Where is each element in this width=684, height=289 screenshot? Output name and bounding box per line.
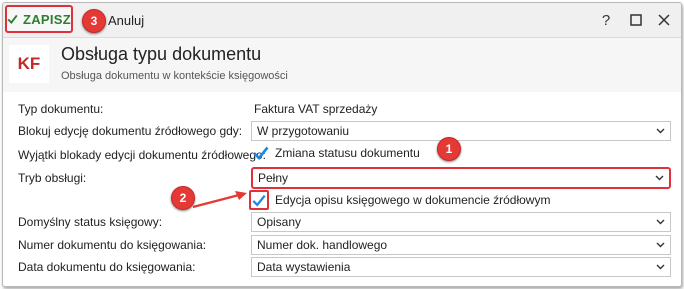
maximize-icon (630, 14, 642, 26)
cancel-button-label: Anuluj (108, 12, 145, 28)
close-icon (658, 14, 670, 26)
edit-desc-checkbox[interactable] (249, 190, 269, 210)
save-button-label: ZAPISZ (22, 11, 71, 27)
block-edit-select[interactable]: W przygotowaniu (251, 121, 671, 141)
page-title: Obsługa typu dokumentu (61, 44, 262, 64)
document-type-window: ZAPISZ Anuluj ? KF Obsługa typu dokument… (2, 2, 682, 287)
exceptions-label: Wyjątki blokady edycji dokumentu źródłow… (18, 148, 267, 162)
doc-number-label: Numer dokumentu do księgowania: (18, 238, 207, 252)
doc-date-value: Data wystawienia (257, 260, 351, 274)
edit-desc-checkbox-row: Edycja opisu księgowego w dokumencie źró… (249, 190, 550, 210)
default-status-value: Opisany (257, 215, 302, 229)
doc-date-select[interactable]: Data wystawienia (251, 257, 671, 277)
doc-type-label: Typ dokumentu: (18, 102, 104, 116)
callout-3: 3 (82, 9, 106, 33)
exceptions-checkbox[interactable] (253, 145, 269, 161)
callout-2: 2 (171, 186, 195, 210)
mode-select[interactable]: Pełny (251, 167, 671, 189)
page-subtitle: Obsługa dokumentu w kontekście księgowoś… (61, 70, 288, 82)
chevron-down-icon (655, 175, 664, 181)
mode-value: Pełny (258, 171, 289, 185)
chevron-down-icon (656, 219, 665, 225)
help-button[interactable]: ? (597, 11, 615, 29)
help-icon: ? (601, 11, 611, 29)
chevron-down-icon (656, 128, 665, 134)
default-status-label: Domyślny status księgowy: (18, 215, 163, 229)
doc-number-value: Numer dok. handlowego (257, 238, 388, 252)
mode-label: Tryb obsługi: (18, 171, 87, 185)
save-button[interactable]: ZAPISZ (5, 5, 73, 33)
block-edit-label: Blokuj edycję dokumentu źródłowego gdy: (18, 124, 243, 138)
kf-logo: KF (9, 45, 49, 83)
default-status-select[interactable]: Opisany (251, 212, 671, 232)
doc-number-select[interactable]: Numer dok. handlowego (251, 235, 671, 255)
check-icon (7, 14, 18, 24)
chevron-down-icon (656, 264, 665, 270)
check-icon (252, 194, 266, 207)
chevron-down-icon (656, 242, 665, 248)
callout-1: 1 (437, 137, 461, 161)
check-icon (253, 146, 269, 160)
doc-type-value: Faktura VAT sprzedaży (254, 102, 378, 116)
edit-desc-checkbox-label: Edycja opisu księgowego w dokumencie źró… (275, 193, 551, 207)
arrow-icon (192, 191, 247, 209)
maximize-button[interactable] (627, 11, 645, 29)
exceptions-checkbox-label: Zmiana statusu dokumentu (275, 146, 420, 160)
close-window-button[interactable] (655, 11, 673, 29)
block-edit-value: W przygotowaniu (257, 124, 350, 138)
doc-date-label: Data dokumentu do księgowania: (18, 260, 196, 274)
exceptions-checkbox-row: Zmiana statusu dokumentu (253, 145, 420, 161)
